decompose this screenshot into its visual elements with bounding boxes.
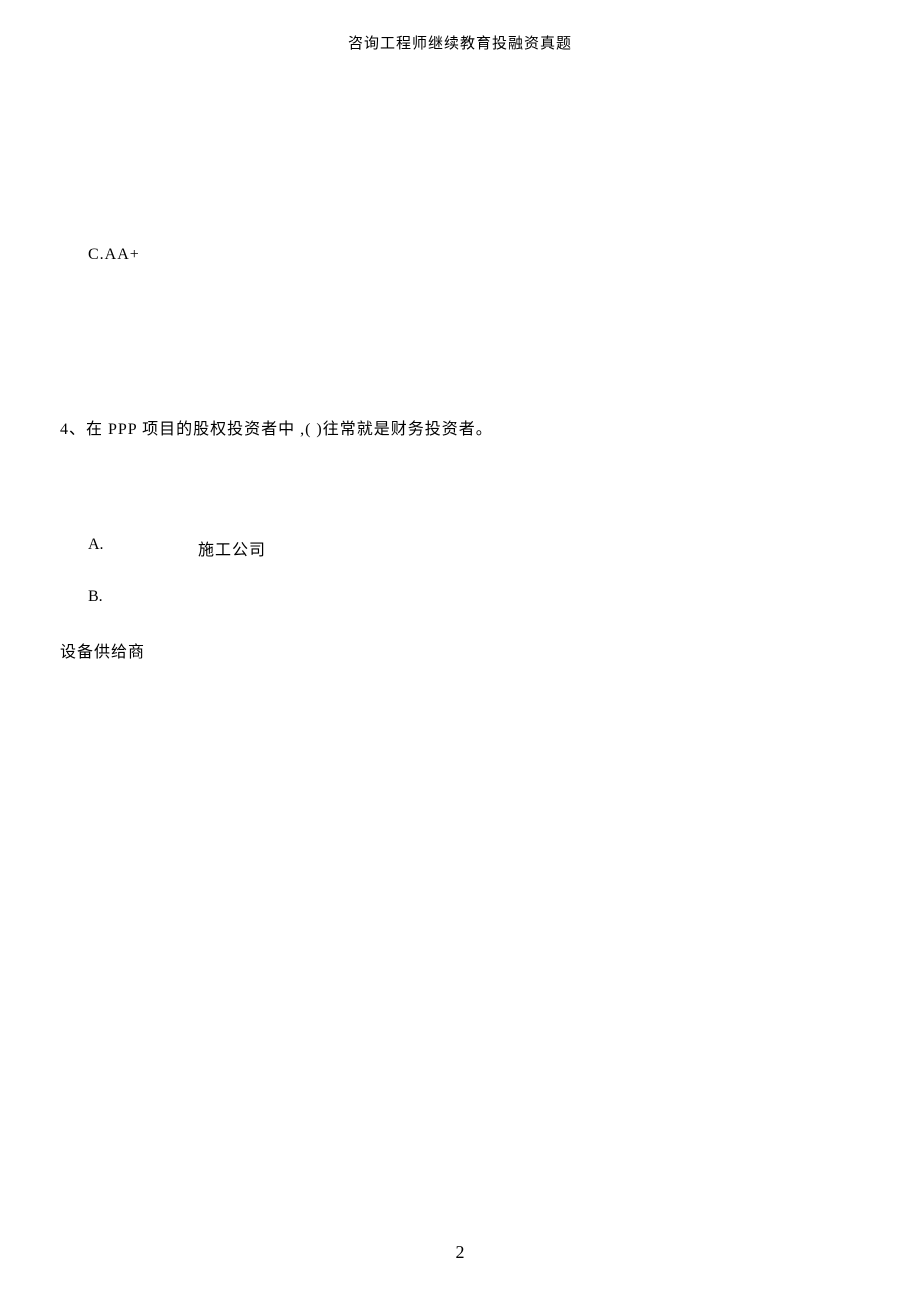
option-b-text: 设备供给商	[60, 638, 145, 662]
option-b-label: B.	[88, 588, 103, 606]
page-number-value: 2	[456, 1242, 465, 1262]
option-c: C.AA+	[88, 246, 140, 264]
page-header: 咨询工程师继续教育投融资真题	[0, 32, 920, 53]
page-number: 2	[0, 1242, 920, 1263]
question-4: 4、在 PPP 项目的股权投资者中 ,( )往常就是财务投资者。	[60, 415, 493, 439]
option-a-label: A.	[88, 536, 104, 554]
option-a-text: 施工公司	[198, 536, 266, 560]
header-title: 咨询工程师继续教育投融资真题	[348, 36, 572, 52]
